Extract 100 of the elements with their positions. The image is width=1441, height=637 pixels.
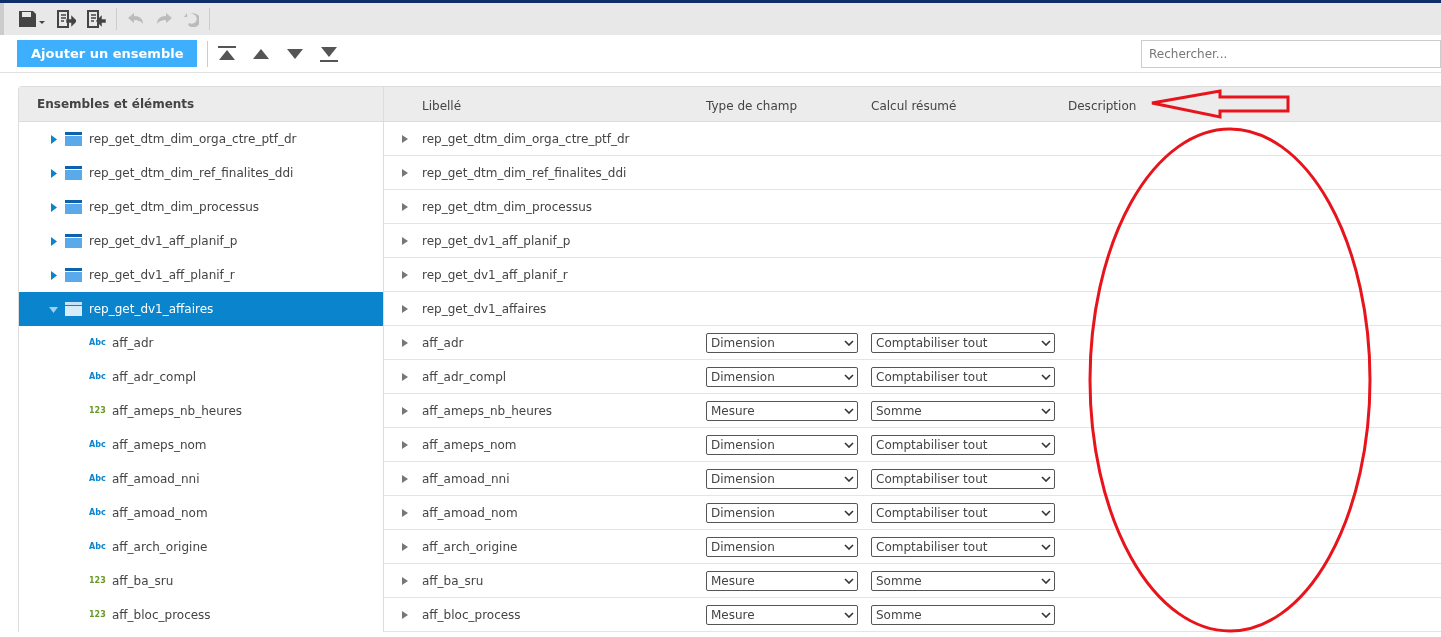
table-cell-text: rep_get_dtm_dim_orga_ctre_ptf_dr [422,130,631,148]
dropdown[interactable]: Mesure [706,570,858,591]
caret-right-icon[interactable] [402,236,408,245]
tree-item[interactable]: rep_get_dtm_dim_ref_finalites_ddi [19,156,383,190]
folder-stack-icon [65,132,82,146]
tree-item[interactable]: rep_get_dv1_aff_planif_r [19,258,383,292]
caret-right-icon[interactable] [49,270,58,280]
import-document-icon[interactable] [86,10,106,28]
folder-stack-icon [65,200,82,214]
tree-item[interactable]: rep_get_dtm_dim_processus [19,190,383,224]
move-to-top-icon[interactable] [218,45,237,62]
dropdown[interactable]: Dimension [706,366,858,387]
text-type-icon: Abc [89,337,106,349]
column-header: Ensembles et éléments [19,87,384,121]
tree-item[interactable]: Abc aff_arch_origine [19,530,383,564]
table-cell-text: aff_ba_sru [422,572,485,590]
caret-right-icon[interactable] [49,236,58,246]
caret-right-icon[interactable] [402,508,408,517]
caret-right-icon[interactable] [402,304,408,313]
dropdown[interactable]: Comptabiliser tout [871,366,1055,387]
caret-right-icon[interactable] [402,202,408,211]
table-cell-text: aff_amoad_nni [422,470,511,488]
caret-right-icon[interactable] [402,168,408,177]
chevron-down-icon [844,407,854,414]
chevron-down-icon [844,441,854,448]
chevron-down-icon [844,373,854,380]
dropdown[interactable]: Dimension [706,468,858,489]
table-cell-text: rep_get_dtm_dim_processus [422,198,593,216]
dropdown[interactable]: Somme [871,400,1055,421]
chevron-down-icon [1041,339,1051,346]
folder-stack-icon [65,268,82,282]
table-cell-text: rep_get_dv1_aff_planif_p [422,232,572,250]
caret-right-icon[interactable] [49,202,58,212]
tree-item[interactable]: rep_get_dv1_affaires [19,292,383,326]
text-type-icon: Abc [89,371,106,383]
column-header: Description [1068,98,1137,115]
text-type-icon: Abc [89,473,106,485]
dropdown[interactable]: Mesure [706,400,858,421]
chevron-down-icon [844,475,854,482]
dropdown[interactable]: Dimension [706,536,858,557]
table-cell-text: aff_bloc_process [422,606,522,624]
export-document-icon[interactable] [56,10,76,28]
caret-right-icon[interactable] [402,474,408,483]
chevron-down-icon [844,611,854,618]
caret-right-icon[interactable] [402,610,408,619]
tree-item[interactable]: Abc aff_adr_compl [19,360,383,394]
tree-item[interactable]: 123 aff_bloc_process [19,598,383,632]
caret-right-icon[interactable] [402,338,408,347]
chevron-down-icon [1041,373,1051,380]
text-type-icon: Abc [89,541,106,553]
dropdown[interactable]: Comptabiliser tout [871,434,1055,455]
folder-stack-icon [65,234,82,248]
table-cell-text: rep_get_dv1_affaires [422,300,548,318]
tree-item[interactable]: Abc aff_adr [19,326,383,360]
move-to-bottom-icon[interactable] [320,45,339,62]
dropdown[interactable]: Comptabiliser tout [871,502,1055,523]
dropdown[interactable]: Dimension [706,332,858,353]
number-type-icon: 123 [89,609,106,621]
dropdown[interactable]: Mesure [706,604,858,625]
tree-item[interactable]: Abc aff_amoad_nom [19,496,383,530]
tree-item[interactable]: rep_get_dv1_aff_planif_p [19,224,383,258]
dropdown[interactable]: Dimension [706,502,858,523]
table-cell-text: rep_get_dv1_aff_planif_r [422,266,569,284]
move-down-icon[interactable] [286,47,305,60]
tree-item[interactable]: Abc aff_ameps_nom [19,428,383,462]
caret-right-icon[interactable] [402,270,408,279]
tree-item[interactable]: rep_get_dtm_dim_orga_ctre_ptf_dr [19,122,383,156]
move-up-icon[interactable] [252,47,271,60]
search-field[interactable]: Rechercher... [1141,39,1441,68]
table-cell-text: aff_adr [422,334,465,352]
chevron-down-icon [1041,441,1051,448]
table-cell-text: rep_get_dtm_dim_ref_finalites_ddi [422,164,628,182]
chevron-down-icon [844,339,854,346]
text-type-icon: Abc [89,507,106,519]
caret-right-icon[interactable] [402,542,408,551]
caret-right-icon[interactable] [49,168,58,178]
dropdown[interactable]: Dimension [706,434,858,455]
folder-stack-icon [65,166,82,180]
save-icon[interactable] [18,10,46,28]
chevron-down-icon [844,509,854,516]
chevron-down-icon [844,543,854,550]
caret-down-icon[interactable] [49,304,58,314]
tree-item[interactable]: 123 aff_ameps_nb_heures [19,394,383,428]
number-type-icon: 123 [89,405,106,417]
dropdown[interactable]: Comptabiliser tout [871,332,1055,353]
caret-right-icon[interactable] [402,372,408,381]
caret-right-icon[interactable] [49,134,58,144]
dropdown[interactable]: Somme [871,604,1055,625]
caret-right-icon[interactable] [402,440,408,449]
dropdown[interactable]: Comptabiliser tout [871,468,1055,489]
folder-stack-icon [65,302,82,316]
caret-right-icon[interactable] [402,406,408,415]
caret-right-icon[interactable] [402,576,408,585]
chevron-down-icon [1041,543,1051,550]
dropdown[interactable]: Comptabiliser tout [871,536,1055,557]
tree-item[interactable]: Abc aff_amoad_nni [19,462,383,496]
tree-item[interactable]: 123 aff_ba_sru [19,564,383,598]
caret-right-icon[interactable] [402,134,408,143]
dropdown[interactable]: Somme [871,570,1055,591]
table-cell-text: aff_adr_compl [422,368,508,386]
